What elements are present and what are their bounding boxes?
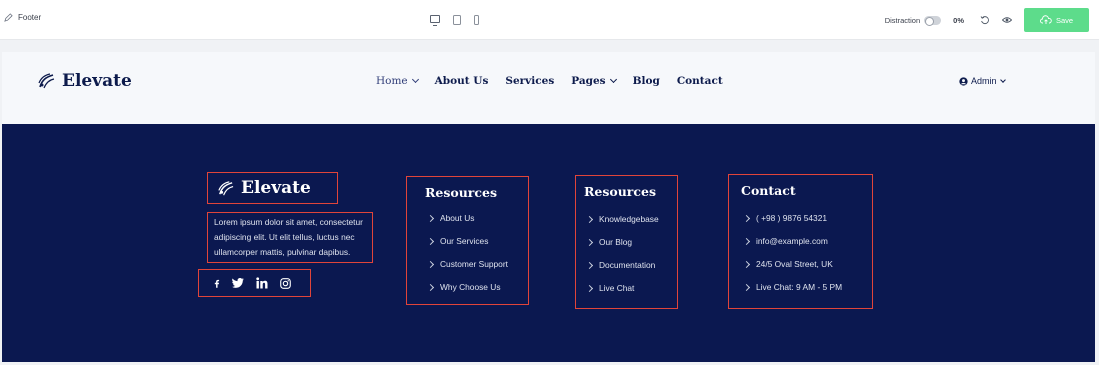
footer-link-label: Our Blog: [599, 237, 633, 247]
logo-mark-icon: [218, 180, 234, 195]
footer-description: Lorem ipsum dolor sit amet, consectetur …: [214, 217, 363, 257]
device-switcher: [430, 15, 479, 26]
nav-item-home[interactable]: Home: [376, 75, 419, 87]
chevron-right-icon: [585, 238, 594, 247]
contact-item[interactable]: info@example.com: [742, 236, 842, 259]
footer-link-label: Customer Support: [440, 259, 508, 269]
nav-label: Contact: [676, 75, 723, 87]
chevron-right-icon: [585, 261, 594, 270]
footer-link[interactable]: Knowledgebase: [585, 214, 659, 237]
chevron-right-icon: [426, 283, 435, 292]
distraction-label: Distraction: [884, 15, 921, 25]
save-label: Save: [1055, 15, 1074, 25]
chevron-right-icon: [585, 215, 594, 224]
nav-item-contact[interactable]: Contact: [677, 75, 723, 87]
chevron-right-icon: [426, 237, 435, 246]
footer-link[interactable]: Our Blog: [585, 237, 659, 260]
logo-mark-icon: [38, 73, 55, 89]
footer-link-label: Our Services: [440, 236, 489, 246]
link-list: About Us Our Services Customer Support W…: [426, 213, 508, 305]
chevron-right-icon: [585, 284, 594, 293]
chevron-right-icon: [426, 214, 435, 223]
nav-label: About Us: [434, 75, 489, 87]
chevron-down-icon: [999, 76, 1006, 83]
pencil-icon: [4, 13, 13, 22]
chevron-right-icon: [742, 260, 751, 269]
toggle-switch[interactable]: [924, 15, 942, 26]
linkedin-icon[interactable]: [256, 277, 268, 289]
nav-item-pages[interactable]: Pages: [571, 75, 617, 87]
toolbar-right: Distraction 0% Save: [885, 8, 1089, 32]
page-canvas: Elevate Home About Us Services Pages Blo…: [2, 52, 1095, 362]
footer-column-resources-2[interactable]: Resources Knowledgebase Our Blog Documen…: [575, 175, 678, 309]
nav-label: Pages: [571, 75, 606, 87]
social-icons[interactable]: [198, 269, 311, 297]
contact-item: 24/5 Oval Street, UK: [742, 259, 842, 282]
contact-item-label: Live Chat: 9 AM - 5 PM: [756, 282, 843, 292]
contact-item: ( +98 ) 9876 54321: [742, 213, 842, 236]
chevron-down-icon: [609, 75, 617, 84]
footer-link[interactable]: Live Chat: [585, 283, 659, 306]
footer-link[interactable]: Customer Support: [426, 259, 508, 282]
mobile-icon[interactable]: [474, 15, 479, 25]
chevron-right-icon: [742, 237, 751, 246]
footer-link-label: Knowledgebase: [599, 214, 659, 224]
footer-logo[interactable]: Elevate: [207, 172, 338, 204]
column-title: Contact: [741, 183, 796, 198]
chevron-right-icon: [742, 283, 751, 292]
nav-label: Services: [505, 75, 555, 87]
contact-item-label: info@example.com: [756, 236, 828, 246]
contact-item-label: 24/5 Oval Street, UK: [756, 259, 833, 269]
template-title[interactable]: Footer: [4, 13, 41, 22]
save-button[interactable]: Save: [1024, 8, 1089, 32]
footer-column-resources[interactable]: Resources About Us Our Services Customer…: [406, 176, 529, 305]
nav-item-blog[interactable]: Blog: [633, 75, 660, 87]
nav-item-services[interactable]: Services: [505, 75, 554, 87]
chevron-right-icon: [742, 214, 751, 223]
site-header: Elevate Home About Us Services Pages Blo…: [2, 52, 1095, 124]
nav-item-about[interactable]: About Us: [435, 75, 489, 87]
footer-link-label: Documentation: [599, 260, 656, 270]
instagram-icon[interactable]: [280, 277, 291, 289]
history-icon[interactable]: [980, 15, 990, 25]
progress-indicator: 0%: [953, 15, 964, 25]
column-title: Resources: [584, 184, 656, 199]
main-nav: Home About Us Services Pages Blog Contac…: [376, 75, 740, 87]
cloud-upload-icon: [1040, 15, 1052, 24]
footer-link[interactable]: Why Choose Us: [426, 282, 508, 305]
column-title: Resources: [425, 185, 497, 200]
nav-label: Home: [376, 75, 408, 87]
editor-toolbar: Footer Distraction 0% Save: [0, 0, 1099, 40]
contact-item-label: ( +98 ) 9876 54321: [756, 213, 828, 223]
site-footer: Elevate Lorem ipsum dolor sit amet, cons…: [2, 124, 1095, 362]
distraction-toggle[interactable]: Distraction: [884, 15, 942, 26]
template-title-label: Footer: [18, 13, 42, 22]
admin-menu[interactable]: Admin: [959, 76, 1006, 86]
contact-list: ( +98 ) 9876 54321 info@example.com 24/5…: [742, 213, 843, 305]
contact-item: Live Chat: 9 AM - 5 PM: [742, 282, 843, 305]
tablet-icon[interactable]: [453, 15, 461, 25]
footer-column-contact[interactable]: Contact ( +98 ) 9876 54321 info@example.…: [728, 174, 873, 309]
preview-eye-icon[interactable]: [1002, 15, 1012, 25]
link-list: Knowledgebase Our Blog Documentation Liv…: [585, 214, 659, 306]
footer-link-label: Live Chat: [599, 283, 635, 293]
admin-label: Admin: [971, 76, 997, 86]
chevron-right-icon: [426, 260, 435, 269]
user-icon: [959, 76, 968, 86]
footer-link-label: About Us: [440, 213, 475, 223]
header-brand-name: Elevate: [62, 71, 132, 91]
footer-description-box[interactable]: Lorem ipsum dolor sit amet, consectetur …: [207, 212, 373, 263]
twitter-icon[interactable]: [232, 278, 244, 288]
facebook-icon[interactable]: [213, 278, 220, 289]
footer-brand-name: Elevate: [241, 178, 311, 198]
nav-label: Blog: [632, 75, 660, 87]
footer-link-label: Why Choose Us: [440, 282, 501, 292]
footer-link[interactable]: Documentation: [585, 260, 659, 283]
chevron-down-icon: [411, 75, 419, 84]
footer-link[interactable]: Our Services: [426, 236, 508, 259]
footer-link[interactable]: About Us: [426, 213, 508, 236]
desktop-icon[interactable]: [430, 15, 440, 26]
header-logo[interactable]: Elevate: [36, 71, 132, 91]
